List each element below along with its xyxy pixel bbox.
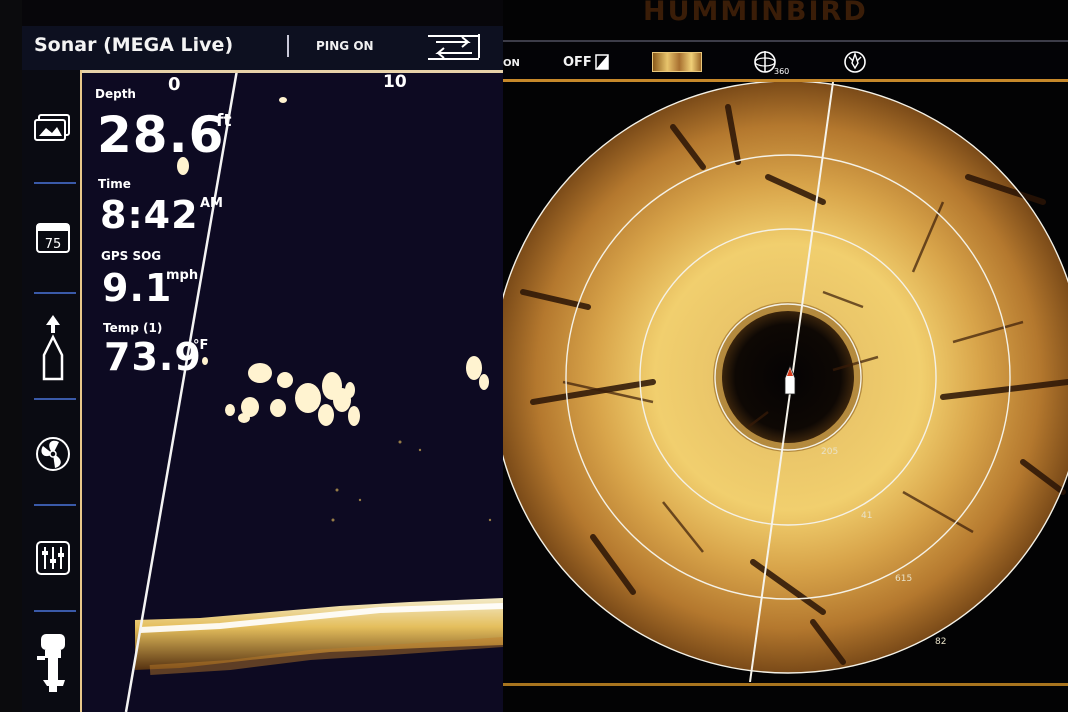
propeller-icon [36, 437, 70, 471]
palette-toggle-icon[interactable] [595, 54, 609, 70]
swap-arrows-icon[interactable] [424, 32, 486, 62]
sonar-border [80, 70, 82, 712]
time-value: 8:42 [100, 193, 199, 237]
compass-icon[interactable] [843, 50, 867, 74]
sidebar-separator [34, 504, 76, 506]
settings-sliders-icon [36, 541, 70, 575]
sonar-360-view[interactable]: 205 41 615 82 [503, 82, 1068, 682]
propeller-button[interactable] [30, 426, 76, 482]
scale-label-0: 0 [168, 74, 181, 95]
sidebar-separator [34, 398, 76, 400]
page-title: Sonar (MEGA Live) [34, 34, 234, 56]
motor-button[interactable] [30, 628, 76, 698]
sidebar-separator [34, 292, 76, 294]
sonar-view[interactable] [80, 70, 503, 712]
sidebar-separator [34, 610, 76, 612]
range-ring-label: 41 [861, 511, 872, 521]
palette-swatch[interactable] [652, 52, 702, 72]
views-icon [34, 114, 70, 141]
scale-label-10: 10 [383, 72, 407, 92]
gps-sog-label: GPS SOG [101, 249, 162, 263]
time-unit: AM [200, 196, 223, 211]
depth-unit: ft [216, 111, 232, 131]
brand-logo: HUMMINBIRD [643, 0, 868, 27]
boat-heading-icon [42, 315, 64, 381]
right-screen: HUMMINBIRD ON OFF 360 205 41 615 82 [503, 0, 1068, 712]
depth-value: 28.6 [97, 106, 225, 164]
outboard-motor-icon [37, 634, 65, 692]
sidebar-separator [34, 182, 76, 184]
gps-sog-unit: mph [166, 268, 199, 283]
right-toolbar: ON OFF 360 [503, 40, 1068, 82]
left-header: Sonar (MEGA Live) PING ON [22, 26, 503, 72]
settings-button[interactable] [30, 530, 76, 586]
left-screen: Sonar (MEGA Live) PING ON 75 0 10 Depth … [0, 0, 503, 712]
temp-label: Temp (1) [103, 321, 163, 335]
left-bezel [0, 0, 22, 712]
range-ring-label: 205 [821, 447, 838, 457]
ping-status-button[interactable]: PING ON [316, 39, 374, 53]
calendar-day: 75 [45, 237, 62, 252]
rotate-360-label: 360 [774, 67, 789, 76]
rotate-360-icon[interactable]: 360 [751, 48, 791, 76]
sidebar: 75 [22, 70, 80, 712]
header-divider [287, 35, 289, 57]
ping-status-partial[interactable]: ON [503, 58, 520, 69]
views-button[interactable] [30, 100, 76, 156]
calendar-icon: 75 [36, 223, 70, 253]
range-ring-label: 82 [935, 637, 946, 647]
time-label: Time [98, 177, 131, 191]
temp-unit: °F [193, 338, 209, 353]
gps-sog-value: 9.1 [102, 266, 173, 310]
heading-button[interactable] [30, 312, 76, 384]
sonar-scale-bar [80, 70, 503, 73]
calendar-button[interactable]: 75 [30, 210, 76, 266]
off-toggle-label[interactable]: OFF [563, 55, 592, 70]
range-ring-label: 615 [895, 574, 912, 584]
bottom-frame [503, 683, 1068, 686]
depth-label: Depth [95, 87, 136, 101]
sonar-returns [124, 70, 503, 712]
temp-value: 73.9 [104, 335, 202, 379]
